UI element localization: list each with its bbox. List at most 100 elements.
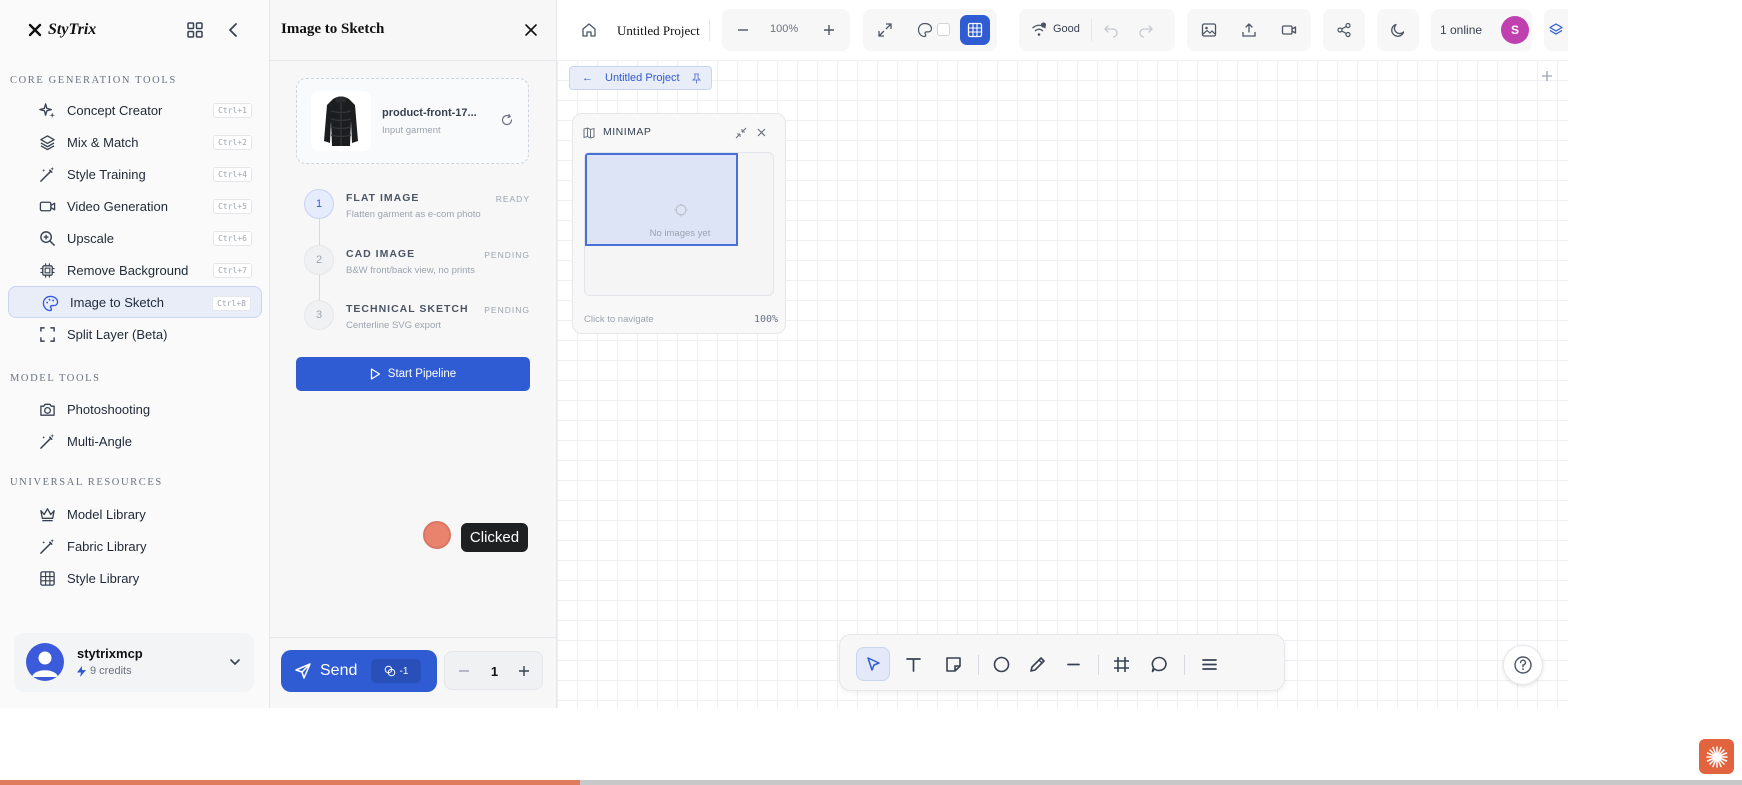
minimap-hint: Click to navigate: [584, 314, 654, 325]
status-history-controls: Good: [1019, 9, 1175, 51]
pen-tool-button[interactable]: [1020, 647, 1054, 681]
tab-untitled-project[interactable]: ← Untitled Project: [569, 66, 712, 90]
canvas-area[interactable]: Untitled Project 100% Good 1 online S ← …: [557, 0, 1568, 708]
zoom-in-icon: [40, 231, 55, 246]
sidebar-item-image-to-sketch[interactable]: Image to Sketch Ctrl+8: [8, 286, 262, 318]
zoom-level[interactable]: 100%: [770, 23, 798, 35]
comment-tool-button[interactable]: [1142, 647, 1176, 681]
home-icon[interactable]: [581, 22, 597, 38]
select-tool-button[interactable]: [856, 647, 890, 681]
sidebar-item-fabric-library[interactable]: Fabric Library: [8, 530, 262, 562]
redo-icon[interactable]: [1138, 22, 1154, 38]
chip-icon: [40, 263, 55, 278]
line-tool-button[interactable]: [1056, 647, 1090, 681]
sidebar-item-concept-creator[interactable]: Concept Creator Ctrl+1: [8, 94, 262, 126]
close-icon[interactable]: [756, 127, 767, 138]
sidebar-item-split-layer[interactable]: Split Layer (Beta): [8, 318, 262, 350]
online-count: 1 online: [1440, 23, 1483, 37]
color-swatch[interactable]: [937, 23, 950, 36]
pencil-icon: [1029, 656, 1045, 672]
help-button[interactable]: [1503, 645, 1543, 685]
frame-tool-button[interactable]: [1104, 647, 1138, 681]
progress-fill: [0, 780, 581, 785]
grid-toggle-button[interactable]: [960, 15, 990, 45]
palette-icon[interactable]: [917, 22, 933, 38]
avatar[interactable]: S: [1501, 16, 1529, 44]
moon-icon[interactable]: [1390, 22, 1406, 38]
minimap: MINIMAP No images yet Click to navigate …: [572, 113, 786, 334]
sidebar-item-remove-background[interactable]: Remove Background Ctrl+7: [8, 254, 262, 286]
plus-icon[interactable]: [517, 664, 531, 678]
zoom-in-icon[interactable]: [821, 22, 837, 38]
sidebar-item-multi-angle[interactable]: Multi-Angle: [8, 425, 262, 457]
step-title: CAD IMAGE: [346, 248, 416, 260]
minimize-icon[interactable]: [735, 127, 747, 139]
layers-control: [1544, 9, 1568, 51]
divider: [1098, 655, 1099, 675]
app-logo[interactable]: StyTrix: [28, 21, 96, 39]
send-icon: [295, 663, 311, 679]
shortcut-badge: Ctrl+2: [213, 135, 252, 150]
back-arrow-icon[interactable]: ←: [582, 72, 593, 84]
sticky-note-icon: [945, 656, 961, 672]
step-number: 2: [304, 245, 334, 275]
scan-icon: [40, 327, 55, 342]
apps-grid-icon[interactable]: [186, 21, 204, 39]
project-title[interactable]: Untitled Project: [617, 23, 700, 39]
sidebar: StyTrix CORE GENERATION TOOLS Concept Cr…: [0, 0, 270, 708]
table-icon: [40, 571, 55, 586]
layers-icon[interactable]: [1548, 22, 1564, 38]
sidebar-item-model-library[interactable]: Model Library: [8, 498, 262, 530]
play-icon: [370, 368, 380, 380]
divider: [709, 19, 710, 41]
sidebar-item-label: Multi-Angle: [67, 433, 133, 449]
sidebar-item-style-training[interactable]: Style Training Ctrl+4: [8, 158, 262, 190]
video-icon[interactable]: [1281, 22, 1297, 38]
chevron-down-icon[interactable]: [228, 655, 242, 669]
credit-cost-badge: -1: [371, 659, 421, 683]
sidebar-item-label: Upscale: [67, 230, 114, 246]
undo-icon[interactable]: [1103, 22, 1119, 38]
sidebar-item-upscale[interactable]: Upscale Ctrl+6: [8, 222, 262, 254]
chevron-left-icon: [229, 23, 237, 37]
minimap-title: MINIMAP: [603, 126, 652, 138]
input-garment-dropzone[interactable]: product-front-17... Input garment: [296, 78, 529, 164]
logo-icon: [28, 23, 42, 37]
view-controls: [863, 9, 997, 51]
minimap-viewport[interactable]: No images yet: [584, 152, 774, 296]
garment-thumbnail: [311, 91, 371, 151]
sidebar-item-photoshooting[interactable]: Photoshooting: [8, 393, 262, 425]
collapse-sidebar-button[interactable]: [223, 19, 243, 41]
user-account-card[interactable]: stytrixmcp 9 credits: [14, 633, 254, 692]
sidebar-item-video-generation[interactable]: Video Generation Ctrl+5: [8, 190, 262, 222]
fullscreen-icon[interactable]: [877, 22, 893, 38]
upload-icon[interactable]: [1241, 22, 1257, 38]
sidebar-item-label: Style Library: [67, 570, 140, 586]
divider: [270, 637, 557, 638]
close-icon[interactable]: [523, 22, 539, 38]
assistant-badge[interactable]: [1699, 739, 1734, 774]
divider: [270, 60, 557, 61]
menu-icon: [1201, 658, 1217, 670]
send-label: Send: [320, 662, 358, 679]
magic-wand-icon: [40, 433, 55, 449]
start-pipeline-button[interactable]: Start Pipeline: [296, 357, 530, 391]
ellipse-tool-button[interactable]: [984, 647, 1018, 681]
menu-tool-button[interactable]: [1192, 647, 1226, 681]
layers-icon: [40, 135, 55, 151]
credit-cost: -1: [399, 665, 409, 677]
pin-icon[interactable]: [691, 73, 701, 84]
note-tool-button[interactable]: [936, 647, 970, 681]
text-tool-button[interactable]: [896, 647, 930, 681]
send-button[interactable]: Send -1: [281, 650, 437, 692]
refresh-icon[interactable]: [500, 113, 514, 127]
sidebar-item-style-library[interactable]: Style Library: [8, 562, 262, 594]
sidebar-item-mix-match[interactable]: Mix & Match Ctrl+2: [8, 126, 262, 158]
add-tab-icon[interactable]: [1540, 69, 1554, 83]
zoom-out-icon[interactable]: [735, 22, 751, 38]
image-icon[interactable]: [1201, 22, 1217, 38]
zoom-controls: 100%: [722, 9, 850, 51]
circle-icon: [993, 656, 1009, 672]
share-icon[interactable]: [1336, 22, 1352, 38]
starburst-icon: [1705, 745, 1728, 768]
